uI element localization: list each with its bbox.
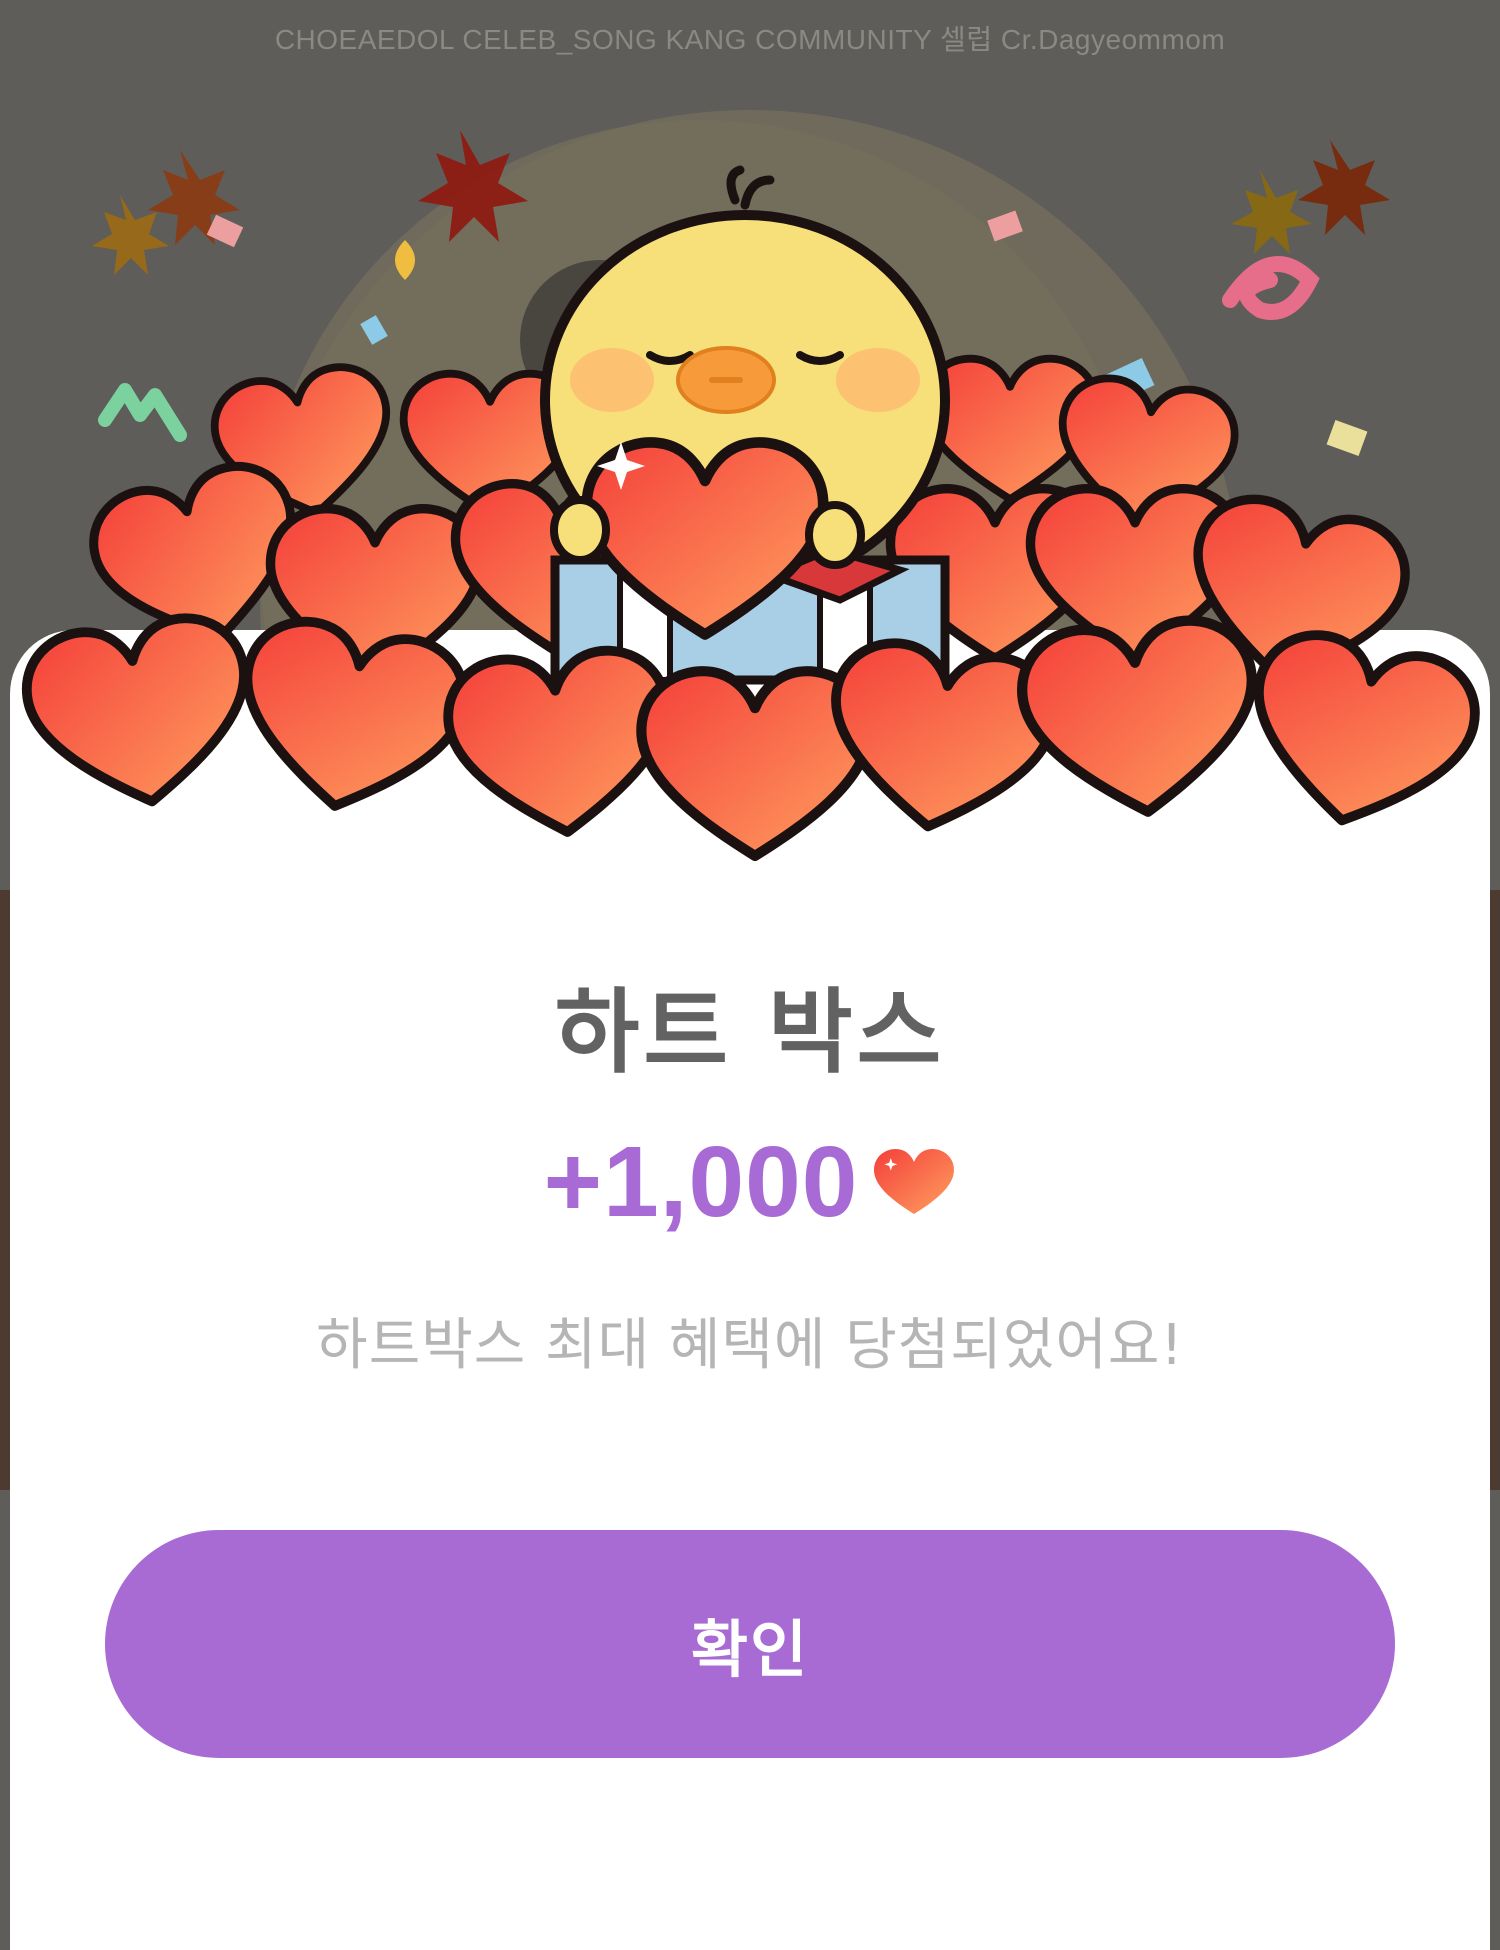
heart-icon bbox=[874, 1148, 955, 1214]
reward-row: +1,000 bbox=[0, 1125, 1500, 1240]
reward-message: 하트박스 최대 혜택에 당첨되었어요! bbox=[316, 1313, 1184, 1378]
confirm-button[interactable]: 확인 bbox=[105, 1530, 1395, 1758]
popup-title: 하트 박스 bbox=[554, 979, 946, 1086]
heart-box-illustration bbox=[0, 130, 1500, 880]
reward-amount: +1,000 bbox=[543, 1126, 859, 1238]
photo-credit: CHOEAEDOL CELEB_SONG KANG COMMUNITY 셀럽 C… bbox=[274, 24, 1226, 55]
